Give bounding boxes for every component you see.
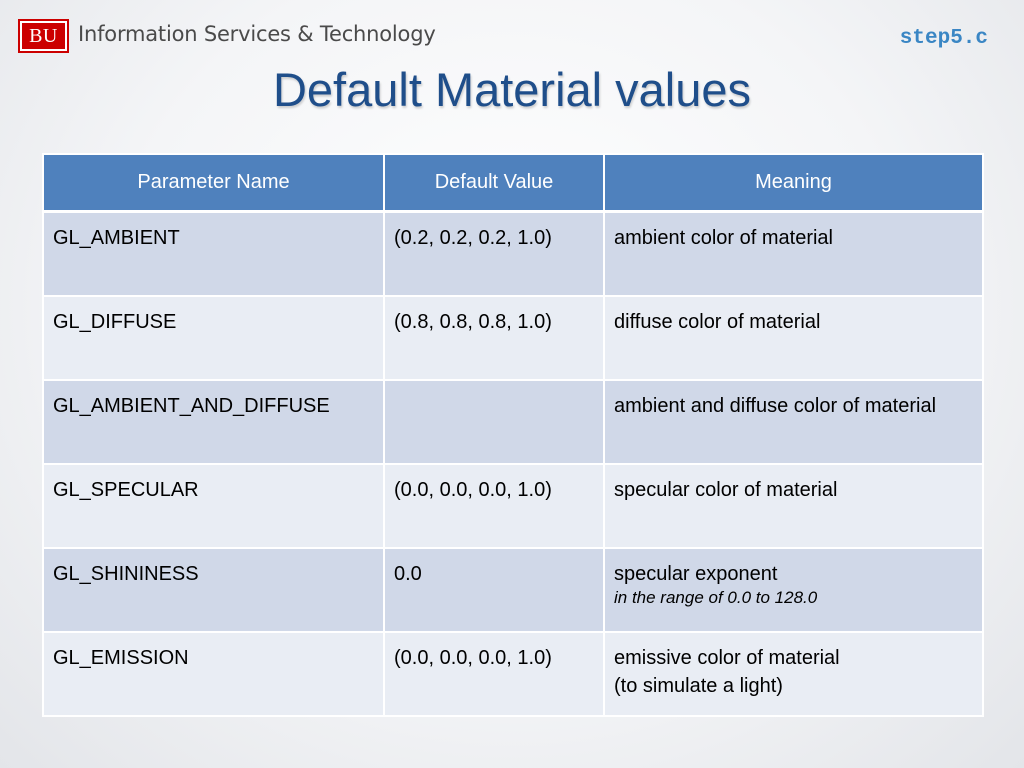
cell-default-value: 0.0 [383, 546, 605, 633]
cell-parameter-name: GL_DIFFUSE [42, 294, 385, 381]
cell-parameter-name: GL_AMBIENT_AND_DIFFUSE [42, 378, 385, 465]
cell-default-value: (0.0, 0.0, 0.0, 1.0) [383, 462, 605, 549]
table-row: GL_AMBIENT_AND_DIFFUSE ambient and diffu… [42, 378, 984, 465]
cell-parameter-name: GL_SHININESS [42, 546, 385, 633]
table-row: GL_EMISSION (0.0, 0.0, 0.0, 1.0) emissiv… [42, 630, 984, 717]
cell-parameter-name: GL_AMBIENT [42, 210, 385, 297]
meaning-text-line2: (to simulate a light) [614, 674, 783, 697]
cell-default-value: (0.2, 0.2, 0.2, 1.0) [383, 210, 605, 297]
meaning-text: emissive color of material [614, 646, 840, 669]
source-filename: step5.c [899, 27, 988, 50]
cell-meaning: specular color of material [603, 462, 984, 549]
page-title: Default Material values [272, 63, 752, 116]
cell-default-value [383, 378, 605, 465]
table-row: GL_SPECULAR (0.0, 0.0, 0.0, 1.0) specula… [42, 462, 984, 549]
cell-meaning: emissive color of material (to simulate … [603, 630, 984, 717]
column-header-meaning: Meaning [603, 153, 984, 213]
table-header-row: Parameter Name Default Value Meaning [42, 153, 984, 213]
cell-meaning: diffuse color of material [603, 294, 984, 381]
bu-logo: BU [18, 19, 69, 53]
column-header-default-value: Default Value [383, 153, 605, 213]
org-name: Information Services & Technology [78, 22, 436, 46]
table-row: GL_AMBIENT (0.2, 0.2, 0.2, 1.0) ambient … [42, 210, 984, 297]
meaning-range-note: in the range of 0.0 to 128.0 [614, 587, 818, 607]
cell-meaning: specular exponent in the range of 0.0 to… [603, 546, 984, 633]
cell-parameter-name: GL_EMISSION [42, 630, 385, 717]
table-row: GL_SHININESS 0.0 specular exponent in th… [42, 546, 984, 633]
cell-parameter-name: GL_SPECULAR [42, 462, 385, 549]
cell-meaning: ambient color of material [603, 210, 984, 297]
cell-default-value: (0.0, 0.0, 0.0, 1.0) [383, 630, 605, 717]
bu-logo-text: BU [22, 23, 65, 49]
table-row: GL_DIFFUSE (0.8, 0.8, 0.8, 1.0) diffuse … [42, 294, 984, 381]
material-values-table: Parameter Name Default Value Meaning GL_… [42, 153, 984, 717]
column-header-parameter-name: Parameter Name [42, 153, 385, 213]
cell-meaning: ambient and diffuse color of material [603, 378, 984, 465]
cell-default-value: (0.8, 0.8, 0.8, 1.0) [383, 294, 605, 381]
meaning-text: specular exponent [614, 562, 778, 585]
